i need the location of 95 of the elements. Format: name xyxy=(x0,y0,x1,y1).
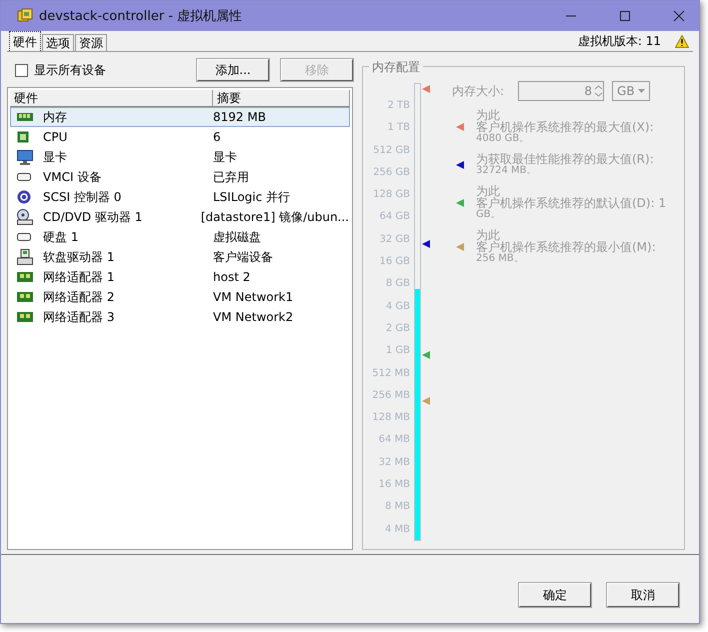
app-icon xyxy=(17,8,33,24)
hardware-name: 软盘驱动器 1 xyxy=(43,249,114,266)
hardware-summary: 显卡 xyxy=(212,149,238,166)
column-header[interactable]: 硬件 xyxy=(10,90,213,106)
dialog-button[interactable]: 取消 xyxy=(607,583,679,607)
hardware-summary: 已弃用 xyxy=(212,169,250,186)
scale-label: 16 GB xyxy=(379,255,411,270)
window-title: devstack-controller - 虚拟机属性 xyxy=(39,8,242,25)
scale-label: 4 MB xyxy=(384,522,411,537)
network-card-icon xyxy=(17,311,33,323)
vm-version: 虚拟机版本: 11 xyxy=(578,32,661,50)
column-header[interactable]: 摘要 xyxy=(213,90,350,106)
scale-label: 64 MB xyxy=(378,433,411,448)
hardware-name: 网络适配器 3 xyxy=(43,309,114,326)
recommendation-text: 客户机操作系统推荐的最大值(X): xyxy=(476,121,654,133)
scale-label: 32 GB xyxy=(379,232,411,247)
network-card-icon xyxy=(17,291,33,303)
floppy-drive-icon xyxy=(17,249,33,265)
hardware-name: SCSI 控制器 0 xyxy=(43,189,122,206)
recommendation-text: 客户机操作系统推荐的默认值(D): 1 xyxy=(476,197,666,209)
scale-label: 1 TB xyxy=(387,121,411,136)
group-title: 内存配置 xyxy=(369,59,423,76)
hardware-name: CPU xyxy=(43,129,68,146)
recommendation-text: 为获取最佳性能推荐的最大值(R): xyxy=(476,153,654,165)
monitor-icon xyxy=(17,150,33,164)
size-label: 内存大小: xyxy=(452,82,504,100)
dialog-button[interactable]: 确定 xyxy=(519,583,591,607)
recommendation-text: 32724 MB。 xyxy=(476,165,538,177)
hardware-name: 网络适配器 1 xyxy=(43,269,114,286)
scale-label: 128 GB xyxy=(373,188,411,202)
hardware-summary: VM Network2 xyxy=(212,309,294,326)
hardware-row[interactable]: 内存 8192 MB xyxy=(10,107,350,127)
scale-label: 8 MB xyxy=(384,500,411,514)
hardware-name: 硬盘 1 xyxy=(43,229,78,246)
hardware-row[interactable]: CD/DVD 驱动器 1 [datastore1] 镜像/ubun... xyxy=(10,207,350,227)
scale-label: 16 MB xyxy=(378,478,411,492)
scale-label: 256 MB xyxy=(372,388,411,403)
scale-label: 512 MB xyxy=(372,366,411,381)
checkbox[interactable] xyxy=(15,64,28,76)
hardware-row[interactable]: 硬盘 1 虚拟磁盘 xyxy=(10,227,350,247)
maximize-icon[interactable] xyxy=(619,10,631,22)
scale-label: 128 MB xyxy=(372,411,411,426)
cd-drive-icon xyxy=(17,209,33,225)
hardware-summary: LSILogic 并行 xyxy=(212,189,292,206)
network-card-icon xyxy=(17,271,33,283)
hardware-name: VMCI 设备 xyxy=(43,169,102,186)
hardware-name: 网络适配器 2 xyxy=(43,289,114,306)
hardware-row[interactable]: CPU 6 xyxy=(10,127,350,147)
recommendation-text: 4080 GB。 xyxy=(476,133,530,145)
hardware-row[interactable]: VMCI 设备 已弃用 xyxy=(10,167,350,187)
hardware-summary: VM Network1 xyxy=(212,289,294,306)
drive-icon xyxy=(17,173,31,181)
scale-label: 1 GB xyxy=(386,344,411,358)
hardware-summary: 虚拟磁盘 xyxy=(212,229,262,246)
memory-icon xyxy=(17,111,33,123)
checkbox-label: 显示所有设备 xyxy=(34,62,106,78)
controller-icon xyxy=(17,190,31,204)
hardware-summary: host 2 xyxy=(212,269,252,286)
chip-icon xyxy=(17,131,29,143)
hardware-name: 内存 xyxy=(43,109,67,126)
tab[interactable]: 选项 xyxy=(42,34,74,51)
warning-icon xyxy=(675,34,689,48)
hardware-summary: [datastore1] 镜像/ubun... xyxy=(200,209,349,226)
scale-label: 512 GB xyxy=(373,144,411,158)
tab[interactable]: 资源 xyxy=(75,34,107,51)
hardware-row[interactable]: 网络适配器 2 VM Network1 xyxy=(10,287,350,307)
tab[interactable]: 硬件 xyxy=(9,31,41,51)
hardware-row[interactable]: 网络适配器 3 VM Network2 xyxy=(10,307,350,327)
toolbar-button[interactable]: 添加... xyxy=(197,59,269,81)
close-icon[interactable] xyxy=(673,10,685,22)
scale-label: 2 GB xyxy=(386,322,411,336)
dropdown-arrow-icon xyxy=(638,89,645,93)
drive-icon xyxy=(17,233,31,241)
hardware-summary: 客户端设备 xyxy=(212,249,274,266)
hardware-row[interactable]: SCSI 控制器 0 LSILogic 并行 xyxy=(10,187,350,207)
recommendation-text: GB。 xyxy=(476,209,502,221)
hardware-row[interactable]: 网络适配器 1 host 2 xyxy=(10,267,350,287)
hardware-name: 显卡 xyxy=(43,149,67,166)
scale-label: 256 GB xyxy=(373,166,411,180)
recommendation-text: 256 MB。 xyxy=(476,253,525,265)
recommendation-text: 为此 xyxy=(476,229,500,241)
hardware-row[interactable]: 显卡 显卡 xyxy=(10,147,350,167)
recommendation-text: 客户机操作系统推荐的最小值(M): xyxy=(476,241,656,253)
hardware-name: CD/DVD 驱动器 1 xyxy=(43,209,142,226)
scale-label: 32 MB xyxy=(378,456,411,470)
scale-label: 64 GB xyxy=(379,210,411,224)
scale-label: 2 TB xyxy=(387,99,411,113)
scale-label: 8 GB xyxy=(386,277,411,292)
recommendation-text: 为此 xyxy=(476,185,500,197)
hardware-summary: 6 xyxy=(212,129,222,146)
spinner-icon xyxy=(594,84,604,98)
hardware-summary: 8192 MB xyxy=(212,109,267,126)
hardware-row[interactable]: 软盘驱动器 1 客户端设备 xyxy=(10,247,350,267)
scale-label: 4 GB xyxy=(386,300,411,314)
recommendation-text: 为此 xyxy=(476,109,500,121)
